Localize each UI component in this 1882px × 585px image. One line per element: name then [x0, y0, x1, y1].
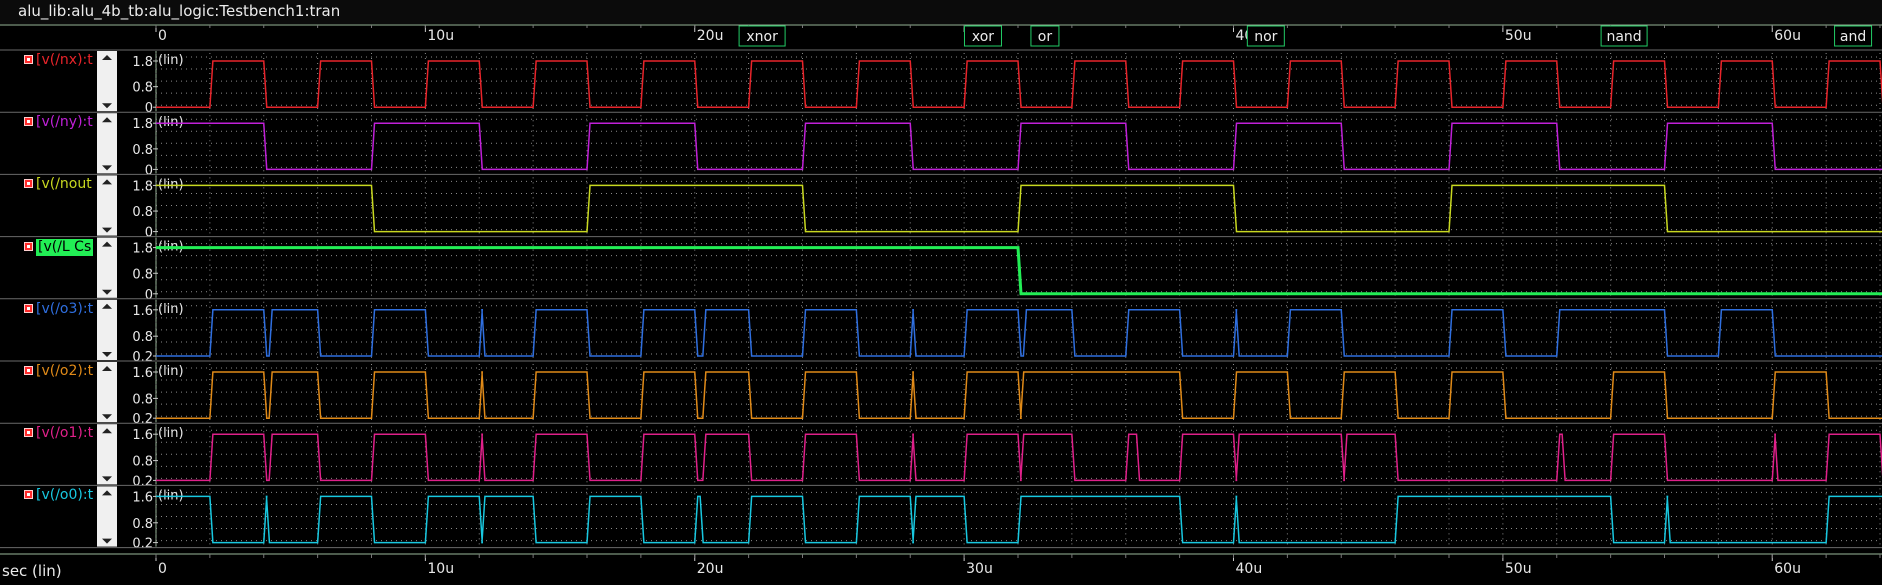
trace-row[interactable]: 1.80.80(lin)	[0, 236, 1882, 303]
y-tick-label: 1.8	[132, 242, 153, 257]
trace-waveform[interactable]	[156, 184, 1882, 233]
mode-label[interactable]: nand	[1600, 25, 1648, 47]
mode-label-text: xor	[972, 29, 994, 45]
row-scrollbar[interactable]	[97, 299, 117, 360]
x-tick-label-top: 60u	[1774, 28, 1801, 44]
y-tick-label: 0.8	[132, 267, 153, 282]
x-tick-label-bottom: 30u	[966, 561, 993, 577]
x-tick-label-bottom: 20u	[697, 561, 724, 577]
x-tick-label-bottom: 10u	[427, 561, 454, 577]
trace-waveform[interactable]	[156, 122, 1882, 171]
x-axis-caption: sec (lin)	[2, 562, 62, 580]
y-tick-label: 0.8	[132, 392, 153, 407]
trace-visibility-icon[interactable]	[24, 117, 33, 127]
trace-label[interactable]: [v(/L Cs	[36, 238, 94, 256]
trace-visibility-icon[interactable]	[24, 490, 33, 500]
trace-row[interactable]: 1.60.80.2(lin)	[0, 484, 1882, 552]
trace-waveform[interactable]	[156, 371, 1882, 419]
y-tick-label: 0	[145, 288, 153, 303]
y-tick-label: 0.8	[132, 81, 153, 96]
scale-label: (lin)	[158, 364, 184, 379]
y-tick-label: 1.6	[132, 428, 153, 443]
mode-label-text: or	[1038, 29, 1053, 45]
trace-visibility-icon[interactable]	[24, 55, 33, 64]
y-tick-label: 1.6	[132, 490, 153, 505]
top-axis-band	[0, 24, 1882, 50]
mode-label[interactable]: xor	[963, 25, 1002, 47]
y-tick-label: 0.2	[132, 537, 153, 552]
x-tick-label-bottom: 60u	[1774, 561, 1801, 577]
x-tick-label-bottom: 0	[158, 561, 167, 577]
y-tick-label: 0.8	[132, 330, 153, 345]
row-scrollbar[interactable]	[97, 51, 117, 112]
mode-label[interactable]: or	[1030, 25, 1060, 47]
trace-row[interactable]: 1.6 0.8 0.2 (lin)	[0, 422, 1882, 489]
y-tick-label: 1.6	[132, 366, 153, 381]
trace-row[interactable]: 1.6 0.8 0.2 (lin)	[0, 298, 1882, 365]
scale-label: (lin)	[158, 426, 184, 441]
trace-label[interactable]: [v(/ny):t	[36, 114, 93, 131]
mode-label[interactable]: and	[1834, 25, 1873, 47]
y-tick-label: 0	[145, 226, 153, 241]
trace-waveform[interactable]	[156, 495, 1882, 544]
mode-label-text: nor	[1254, 29, 1277, 45]
x-tick-label-top: 50u	[1505, 28, 1532, 44]
trace-label[interactable]: [v(/o1):t	[36, 425, 93, 442]
trace-visibility-icon[interactable]	[24, 179, 33, 189]
y-tick-label: 0	[145, 101, 153, 116]
trace-row[interactable]: 1.80.80(lin)	[0, 111, 1882, 178]
y-tick-label: 0.8	[132, 143, 153, 158]
trace-waveform[interactable]	[156, 60, 1882, 108]
trace-visibility-icon[interactable]	[24, 428, 33, 438]
trace-waveform[interactable]	[156, 246, 1882, 296]
y-tick-label: 0.8	[132, 205, 153, 220]
waveform-plot[interactable]: 0010u10u20u20u30u30u40u40u50u50u60u60uxn…	[0, 0, 1882, 585]
trace-label[interactable]: [v(/o3):t	[36, 301, 93, 318]
trace-waveform[interactable]	[156, 433, 1882, 482]
trace-row[interactable]: 1.80.80(lin)	[0, 173, 1882, 241]
y-tick-label: 1.8	[132, 117, 153, 132]
trace-row[interactable]: 1.6 0.8 0.2 (lin)	[0, 360, 1882, 427]
y-tick-label: 0.2	[132, 350, 153, 365]
row-scrollbar[interactable]	[97, 424, 117, 485]
mode-label[interactable]: xnor	[738, 25, 786, 47]
scale-label: (lin)	[158, 302, 184, 317]
trace-visibility-icon[interactable]	[24, 241, 33, 251]
y-tick-label: 0.8	[132, 517, 153, 532]
y-tick-label: 1.8	[132, 179, 153, 194]
y-tick-label: 0	[145, 163, 153, 178]
mode-label[interactable]: nor	[1246, 25, 1285, 47]
trace-label[interactable]: [v(/o0):t	[36, 487, 93, 504]
trace-row[interactable]: 1.8 0.8 0 (lin)	[0, 49, 1882, 116]
scale-label: (lin)	[158, 53, 184, 68]
trace-label[interactable]: [v(/nout	[36, 176, 92, 193]
trace-label[interactable]: [v(/o2):t	[36, 363, 93, 380]
row-scrollbar[interactable]	[97, 486, 117, 547]
y-tick-label: 1.8	[132, 55, 153, 70]
x-tick-label-top: 10u	[427, 28, 454, 44]
row-scrollbar[interactable]	[97, 175, 117, 236]
x-tick-label-bottom: 40u	[1236, 561, 1263, 577]
trace-label[interactable]: [v(/nx):t	[36, 52, 93, 69]
row-scrollbar[interactable]	[97, 362, 117, 423]
row-scrollbar[interactable]	[97, 113, 117, 174]
x-tick-label-bottom: 50u	[1505, 561, 1532, 577]
mode-label-text: xnor	[746, 29, 778, 45]
x-tick-label-top: 20u	[697, 28, 724, 44]
mode-label-text: and	[1840, 29, 1866, 45]
trace-visibility-icon[interactable]	[24, 303, 33, 313]
x-tick-label-top: 0	[158, 28, 167, 44]
y-tick-label: 1.6	[132, 304, 153, 319]
y-tick-label: 0.8	[132, 455, 153, 470]
row-scrollbar[interactable]	[97, 237, 117, 298]
y-tick-label: 0.2	[132, 474, 153, 489]
mode-label-text: nand	[1606, 29, 1641, 45]
trace-visibility-icon[interactable]	[24, 366, 33, 375]
trace-waveform[interactable]	[156, 309, 1882, 357]
y-tick-label: 0.2	[132, 412, 153, 427]
